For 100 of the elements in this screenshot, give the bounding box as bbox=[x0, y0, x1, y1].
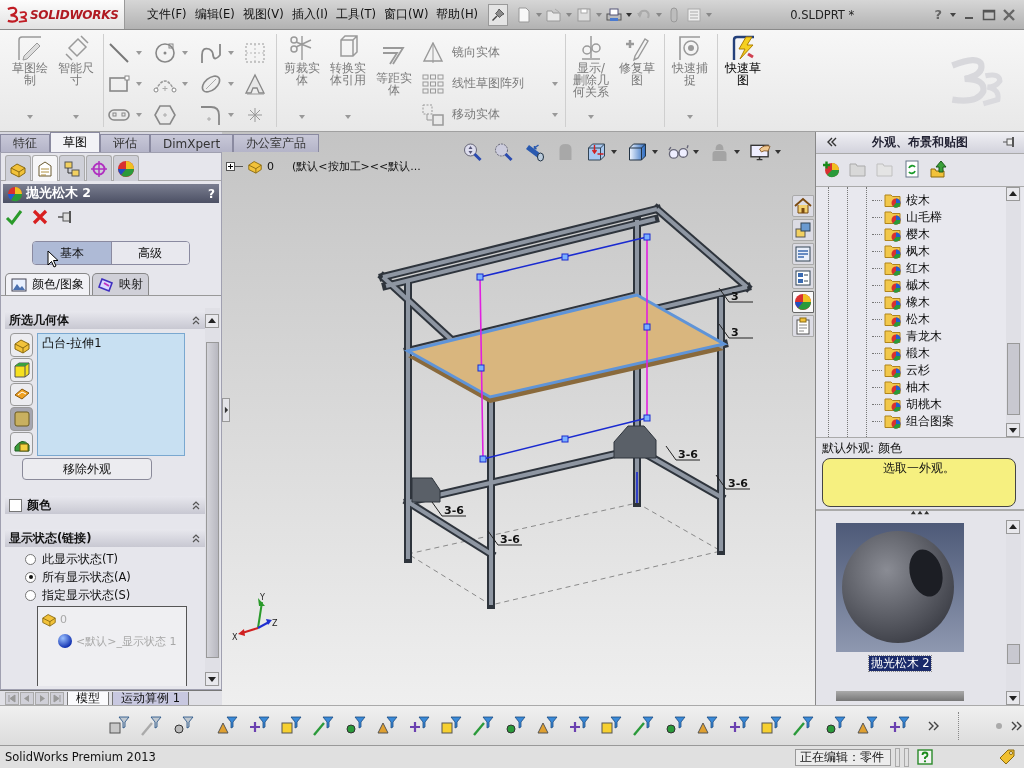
selection-filter-icon[interactable] bbox=[504, 714, 526, 737]
tree-item[interactable]: 桉木 bbox=[906, 192, 930, 208]
selection-filter-icon[interactable] bbox=[536, 714, 558, 737]
up-arrow-icon[interactable] bbox=[930, 159, 948, 178]
selection-filter-icon[interactable] bbox=[216, 714, 238, 737]
save-icon[interactable] bbox=[576, 6, 593, 23]
scroll-up-icon[interactable] bbox=[1006, 186, 1020, 201]
section-header[interactable]: 颜色 bbox=[5, 496, 205, 514]
model-tab[interactable]: 运动算例 1 bbox=[112, 691, 189, 706]
model-tab[interactable]: 模型 bbox=[67, 691, 109, 706]
panel-collapse-handle[interactable] bbox=[222, 398, 230, 422]
selection-filter-icon[interactable] bbox=[632, 714, 654, 737]
radio-label[interactable]: 此显示状态(T) bbox=[42, 551, 118, 567]
sphere-thumbnail[interactable] bbox=[836, 522, 964, 652]
dotted-grid-icon[interactable] bbox=[243, 40, 267, 65]
double-chevron-icon[interactable] bbox=[1011, 720, 1023, 731]
radio-label[interactable]: 指定显示状态(S) bbox=[42, 587, 131, 603]
panel-tab[interactable] bbox=[32, 155, 58, 181]
command-tab[interactable]: 草图 bbox=[50, 132, 100, 152]
checkbox[interactable] bbox=[9, 498, 22, 512]
task-pane-tab[interactable] bbox=[791, 267, 814, 289]
printer-icon[interactable] bbox=[606, 6, 623, 23]
double-chevron-icon[interactable] bbox=[928, 720, 940, 731]
table-model-drawing[interactable]: 3 3 3-6 3-6 3-6 3-6 bbox=[379, 205, 754, 609]
help-icon[interactable] bbox=[917, 749, 933, 765]
tree-item[interactable]: 松木 bbox=[906, 311, 930, 327]
panel-subtab[interactable]: 映射 bbox=[91, 273, 149, 295]
tree-item[interactable]: 红木 bbox=[906, 260, 930, 276]
command-tab[interactable]: DimXpert bbox=[150, 134, 234, 152]
monitor-hand-icon[interactable] bbox=[750, 142, 771, 162]
dot-icon[interactable] bbox=[995, 721, 1003, 730]
selection-filter-icon[interactable] bbox=[600, 714, 622, 737]
help-button[interactable]: ? bbox=[208, 186, 215, 201]
dropdown-caret-icon[interactable] bbox=[950, 12, 956, 17]
scroll-thumb[interactable] bbox=[206, 342, 219, 658]
selection-filter-icon[interactable] bbox=[440, 714, 462, 737]
flashlight-icon[interactable] bbox=[524, 142, 545, 162]
filter-toggle[interactable] bbox=[10, 357, 33, 382]
filter-toggle[interactable] bbox=[10, 333, 33, 357]
sketch-lines-drawing[interactable] bbox=[476, 233, 651, 504]
filter-toggle[interactable] bbox=[10, 432, 33, 456]
task-pane-tab[interactable] bbox=[791, 195, 814, 217]
tree-item[interactable]: 柚木 bbox=[906, 379, 930, 395]
menu-item[interactable]: 编辑(E) bbox=[190, 5, 239, 24]
scroll-down-icon[interactable] bbox=[1006, 422, 1020, 437]
selection-filter-icon[interactable] bbox=[824, 714, 846, 737]
double-chevron-icon[interactable] bbox=[826, 136, 838, 149]
selection-filter-icon[interactable] bbox=[312, 714, 334, 737]
task-pane-tab[interactable] bbox=[791, 243, 814, 265]
dropdown-caret-icon[interactable] bbox=[734, 150, 740, 154]
radio-button[interactable] bbox=[25, 571, 36, 583]
scroll-up-icon[interactable] bbox=[1006, 519, 1020, 534]
dropdown-caret-icon[interactable] bbox=[611, 150, 617, 154]
glasses-icon[interactable] bbox=[668, 142, 689, 162]
zoom-to-fit-icon[interactable] bbox=[462, 142, 483, 162]
selection-filter-icon[interactable] bbox=[856, 714, 878, 737]
panel-subtab[interactable]: 颜色/图象 bbox=[5, 273, 90, 295]
menu-item[interactable]: 插入(I) bbox=[287, 5, 333, 24]
list-item[interactable]: 凸台-拉伸1 bbox=[42, 336, 180, 351]
maximize-icon[interactable] bbox=[982, 7, 996, 22]
cancel-x-icon[interactable] bbox=[31, 208, 49, 226]
shaded-cube-icon[interactable] bbox=[627, 142, 648, 162]
menu-item[interactable]: 工具(T) bbox=[332, 5, 381, 24]
panel-tab[interactable] bbox=[86, 155, 112, 181]
command-tab[interactable]: 办公室产品 bbox=[233, 134, 320, 152]
dropdown-caret-icon[interactable] bbox=[652, 150, 658, 154]
collapse-chevron-icon[interactable] bbox=[191, 500, 201, 510]
shelf-board[interactable] bbox=[403, 293, 729, 403]
task-pane-tab[interactable] bbox=[791, 291, 814, 313]
cube-arrows-icon[interactable] bbox=[586, 142, 607, 162]
collapse-chevron-icon[interactable] bbox=[191, 315, 201, 325]
thumbnail-caption[interactable]: 抛光松木 2 bbox=[868, 655, 932, 671]
section-header[interactable]: 显示状态(链接) bbox=[5, 529, 205, 547]
scrollbar[interactable] bbox=[1006, 186, 1021, 437]
zoom-area-icon[interactable] bbox=[493, 142, 514, 162]
close-icon[interactable] bbox=[1002, 7, 1016, 22]
filter-toggle[interactable] bbox=[10, 407, 33, 432]
selection-filter-icon[interactable] bbox=[696, 714, 718, 737]
filter-toggle[interactable] bbox=[10, 382, 33, 407]
scroll-thumb[interactable] bbox=[1007, 342, 1020, 415]
command-tab[interactable]: 特征 bbox=[0, 134, 50, 152]
command-tab[interactable]: 评估 bbox=[100, 134, 150, 152]
tree-item[interactable]: 槭木 bbox=[906, 277, 930, 293]
new-document-icon[interactable] bbox=[516, 6, 533, 23]
selection-list[interactable]: 凸台-拉伸1 bbox=[37, 333, 185, 456]
collapse-chevron-icon[interactable] bbox=[191, 533, 201, 543]
tag-icon[interactable] bbox=[998, 748, 1016, 766]
radio-button[interactable] bbox=[25, 553, 36, 565]
menu-item[interactable]: 帮助(H) bbox=[432, 5, 483, 24]
splitter-grip-icon[interactable] bbox=[910, 509, 930, 515]
expand-plus-icon[interactable] bbox=[226, 161, 235, 171]
scroll-up-icon[interactable] bbox=[205, 314, 219, 328]
selection-filter-icon[interactable] bbox=[376, 714, 398, 737]
checkmark-icon[interactable] bbox=[5, 208, 23, 226]
line-tool-icon[interactable] bbox=[107, 40, 131, 65]
add-appearance-icon[interactable] bbox=[822, 159, 840, 178]
mode-option[interactable]: 基本 bbox=[33, 242, 111, 264]
tree-item[interactable]: 组合图案 bbox=[906, 413, 954, 429]
selection-filter-icon[interactable] bbox=[792, 714, 814, 737]
selection-filter-icon[interactable] bbox=[760, 714, 782, 737]
